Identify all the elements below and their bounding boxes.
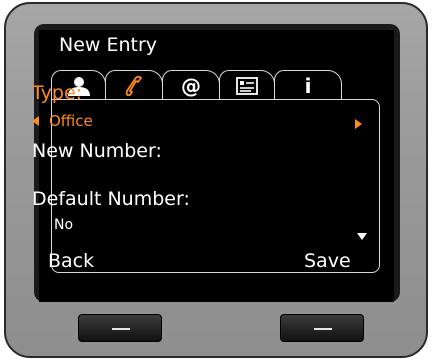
form-panel xyxy=(51,99,380,273)
right-softkey-button[interactable] xyxy=(280,314,364,342)
page-title: New Entry xyxy=(59,34,158,56)
left-softkey-button[interactable] xyxy=(78,314,162,342)
arrow-left-icon[interactable] xyxy=(32,116,39,126)
new-number-label[interactable]: New Number: xyxy=(32,140,162,162)
tab-email[interactable]: @ xyxy=(162,70,220,100)
minus-icon xyxy=(112,328,130,330)
softkey-save[interactable]: Save xyxy=(304,250,351,272)
phone-handset-icon xyxy=(123,75,145,97)
tab-bar: @ i xyxy=(51,70,351,100)
type-label: Type: xyxy=(32,82,83,104)
tab-contact-card[interactable] xyxy=(219,70,275,100)
arrow-right-icon[interactable] xyxy=(355,119,362,129)
default-number-value: No xyxy=(54,217,74,233)
info-icon: i xyxy=(304,73,312,98)
type-selector[interactable]: Office xyxy=(32,112,93,130)
tab-phone[interactable] xyxy=(105,70,163,100)
phone-device: New Entry @ i Type: Office New Number: D… xyxy=(4,2,428,358)
type-value: Office xyxy=(49,112,93,130)
softkey-back[interactable]: Back xyxy=(48,250,94,272)
minus-icon xyxy=(314,328,332,330)
contact-card-icon xyxy=(236,76,258,95)
tab-info[interactable]: i xyxy=(274,70,342,100)
scroll-down-icon xyxy=(357,233,367,240)
at-sign-icon: @ xyxy=(181,73,201,98)
default-number-label[interactable]: Default Number: xyxy=(32,188,190,210)
